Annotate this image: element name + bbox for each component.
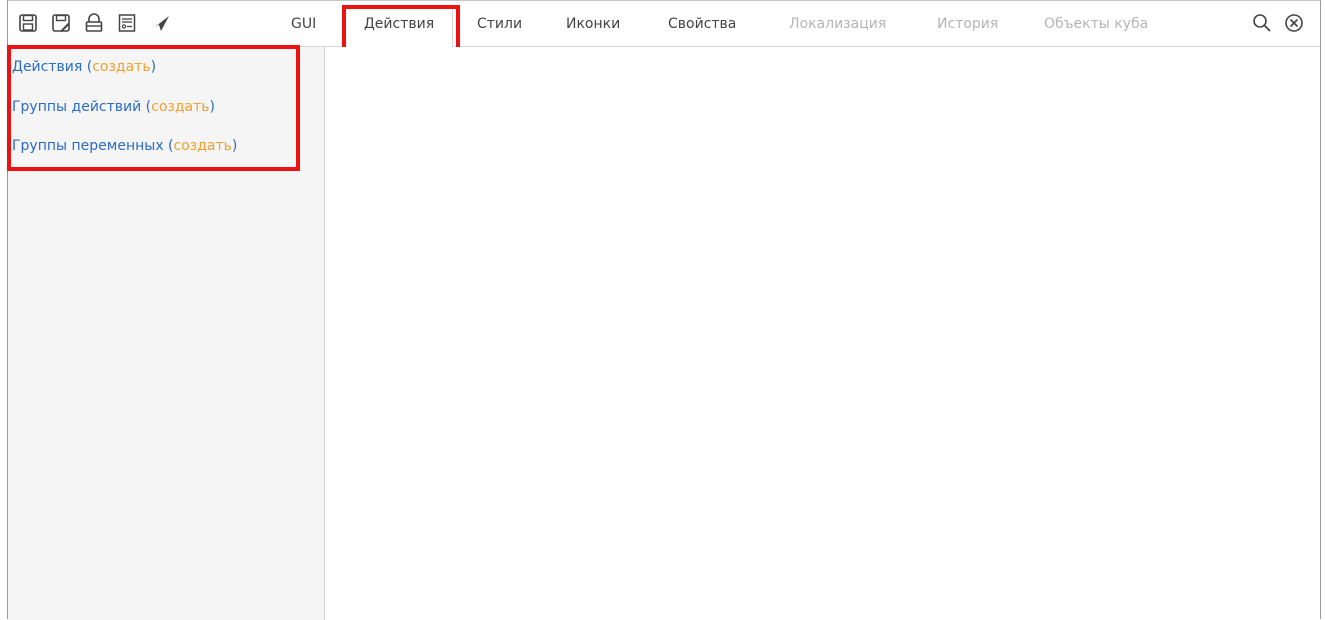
app-window: GUI Действия Стили Иконки Свойства Локал… [7, 0, 1321, 620]
form-icon[interactable] [116, 12, 138, 34]
lock-icon[interactable] [83, 12, 105, 34]
sidebar-item-variable-groups-close-paren: ) [231, 138, 238, 154]
sidebar-item-actions-open-paren: ( [82, 59, 93, 75]
search-icon[interactable] [1251, 12, 1273, 34]
send-icon[interactable] [149, 12, 171, 34]
tab-actions[interactable]: Действия [345, 5, 453, 49]
sidebar-item-action-groups-create-link[interactable]: создать [151, 99, 209, 115]
sidebar-item-actions: Действия (создать) [12, 59, 156, 75]
sidebar: Действия (создать) Группы действий (созд… [8, 47, 325, 620]
sidebar-item-variable-groups-create-link[interactable]: создать [174, 138, 232, 154]
tab-icons[interactable]: Иконки [566, 1, 620, 47]
sidebar-item-actions-link[interactable]: Действия [12, 59, 82, 75]
sidebar-item-action-groups: Группы действий (создать) [12, 99, 215, 115]
sidebar-item-variable-groups-open-paren: ( [163, 138, 174, 154]
tab-localization[interactable]: Локализация [789, 1, 886, 47]
save-icon[interactable] [17, 12, 39, 34]
tab-gui[interactable]: GUI [291, 1, 316, 47]
sidebar-item-variable-groups-link[interactable]: Группы переменных [12, 138, 164, 154]
toolbar: GUI Действия Стили Иконки Свойства Локал… [8, 1, 1320, 49]
tab-styles[interactable]: Стили [477, 1, 522, 47]
tab-cube-objects[interactable]: Объекты куба [1044, 1, 1148, 47]
close-circle-icon[interactable] [1283, 12, 1305, 34]
tab-history[interactable]: История [937, 1, 998, 47]
sidebar-item-action-groups-close-paren: ) [209, 99, 215, 115]
sidebar-item-actions-create-link[interactable]: создать [92, 59, 150, 75]
sidebar-item-variable-groups: Группы переменных (создать) [12, 138, 237, 154]
tab-properties[interactable]: Свойства [668, 1, 736, 47]
sidebar-item-action-groups-open-paren: ( [141, 99, 152, 115]
sidebar-item-action-groups-link[interactable]: Группы действий [12, 99, 141, 115]
save-as-icon[interactable] [50, 12, 72, 34]
main-content-area [325, 47, 1320, 620]
sidebar-item-actions-close-paren: ) [150, 59, 157, 75]
